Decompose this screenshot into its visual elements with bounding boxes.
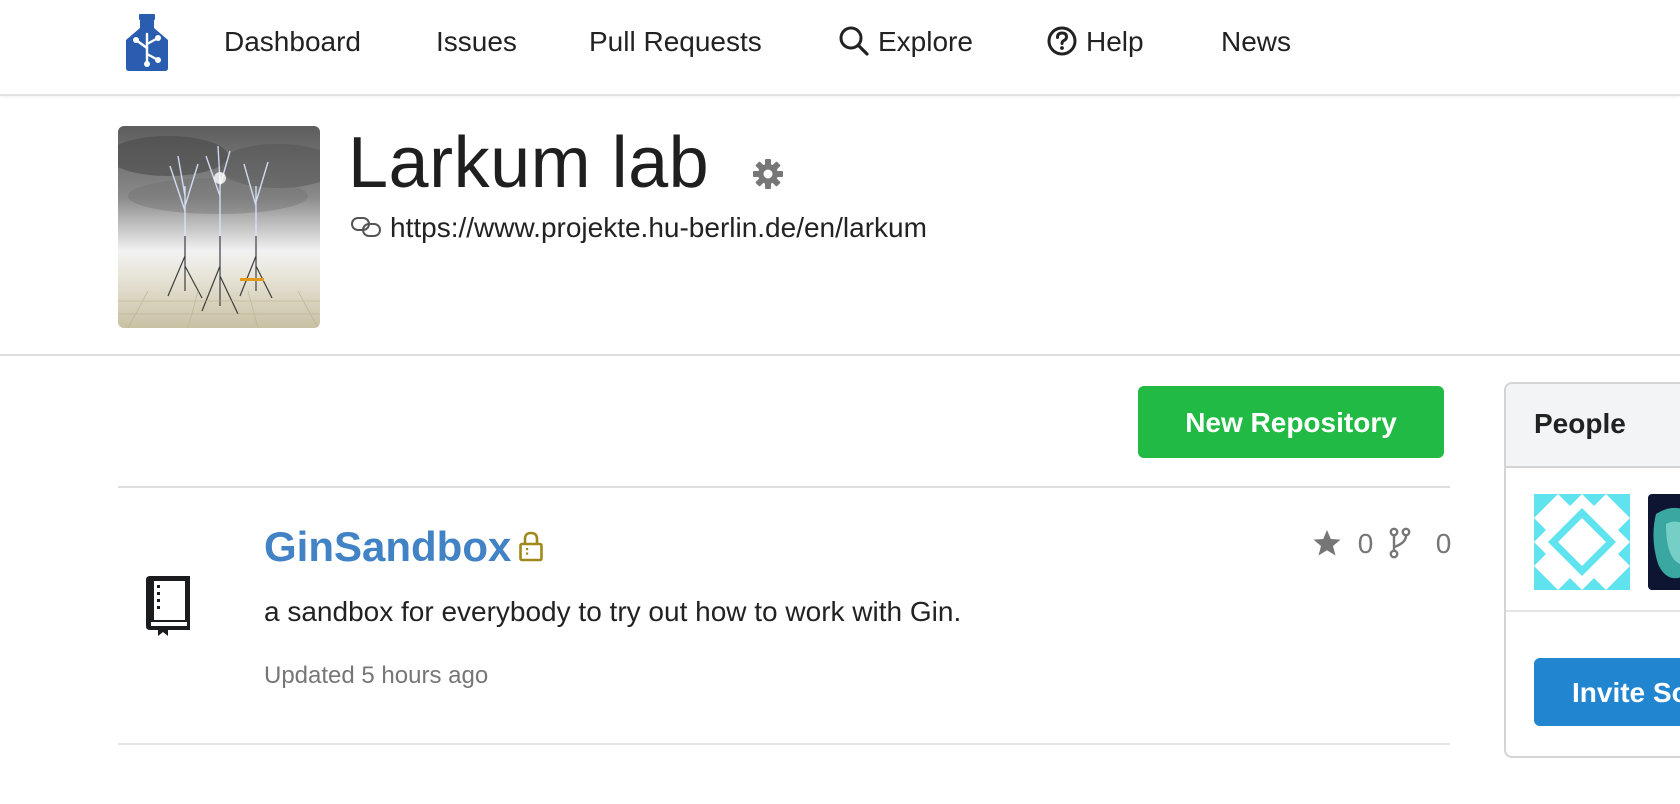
member-avatar[interactable] [1534,494,1630,590]
people-title: People [1534,408,1626,439]
nav-news[interactable]: News [1221,22,1291,62]
nav-explore-label: Explore [878,26,973,57]
repo-updated-time: Updated 5 hours ago [264,662,489,689]
nav-help[interactable]: Help [1046,22,1144,62]
nav-pull-requests-label: Pull Requests [589,26,762,57]
top-navbar: Dashboard Issues Pull Requests Explore H… [0,0,1680,96]
question-circle-icon [1047,26,1077,56]
repo-description: a sandbox for everybody to try out how t… [264,596,962,627]
invite-someone-button[interactable]: Invite So [1534,658,1680,726]
link-icon [351,216,381,237]
people-panel: People Invite So [1504,382,1680,758]
repo-name-link[interactable]: GinSandbox [264,522,511,572]
nav-issues[interactable]: Issues [436,22,517,62]
org-avatar [118,126,320,328]
org-header: Larkum lab https://www.projekte.hu-berli… [0,96,1680,356]
gin-logo-icon[interactable] [122,14,172,72]
org-website-label: https://www.projekte.hu-berlin.de/en/lar… [390,212,927,243]
repo-list-bottom-divider [118,743,1450,745]
lock-icon [518,530,544,567]
repo-list-divider [118,486,1450,488]
nav-explore[interactable]: Explore [838,22,973,62]
search-icon [839,26,869,56]
repo-forks-count: 0 [1435,528,1452,559]
people-panel-header: People [1506,384,1680,468]
repo-book-icon [144,572,194,643]
fork-icon [1389,527,1411,559]
nav-dashboard-label: Dashboard [224,26,361,57]
org-website[interactable]: https://www.projekte.hu-berlin.de/en/lar… [350,208,927,248]
nav-dashboard[interactable]: Dashboard [224,22,361,62]
nav-issues-label: Issues [436,26,517,57]
repo-stars-count: 0 [1357,528,1374,559]
repo-forks: 0 [1388,526,1451,562]
nav-news-label: News [1221,26,1292,57]
star-icon [1313,529,1341,556]
member-avatar[interactable] [1648,494,1680,590]
new-repository-button[interactable]: New Repository [1138,386,1444,458]
nav-pull-requests[interactable]: Pull Requests [589,22,762,62]
gear-icon[interactable] [752,158,784,195]
nav-help-label: Help [1086,26,1144,57]
repo-stars: 0 [1312,526,1373,562]
org-name: Larkum lab [348,123,710,203]
